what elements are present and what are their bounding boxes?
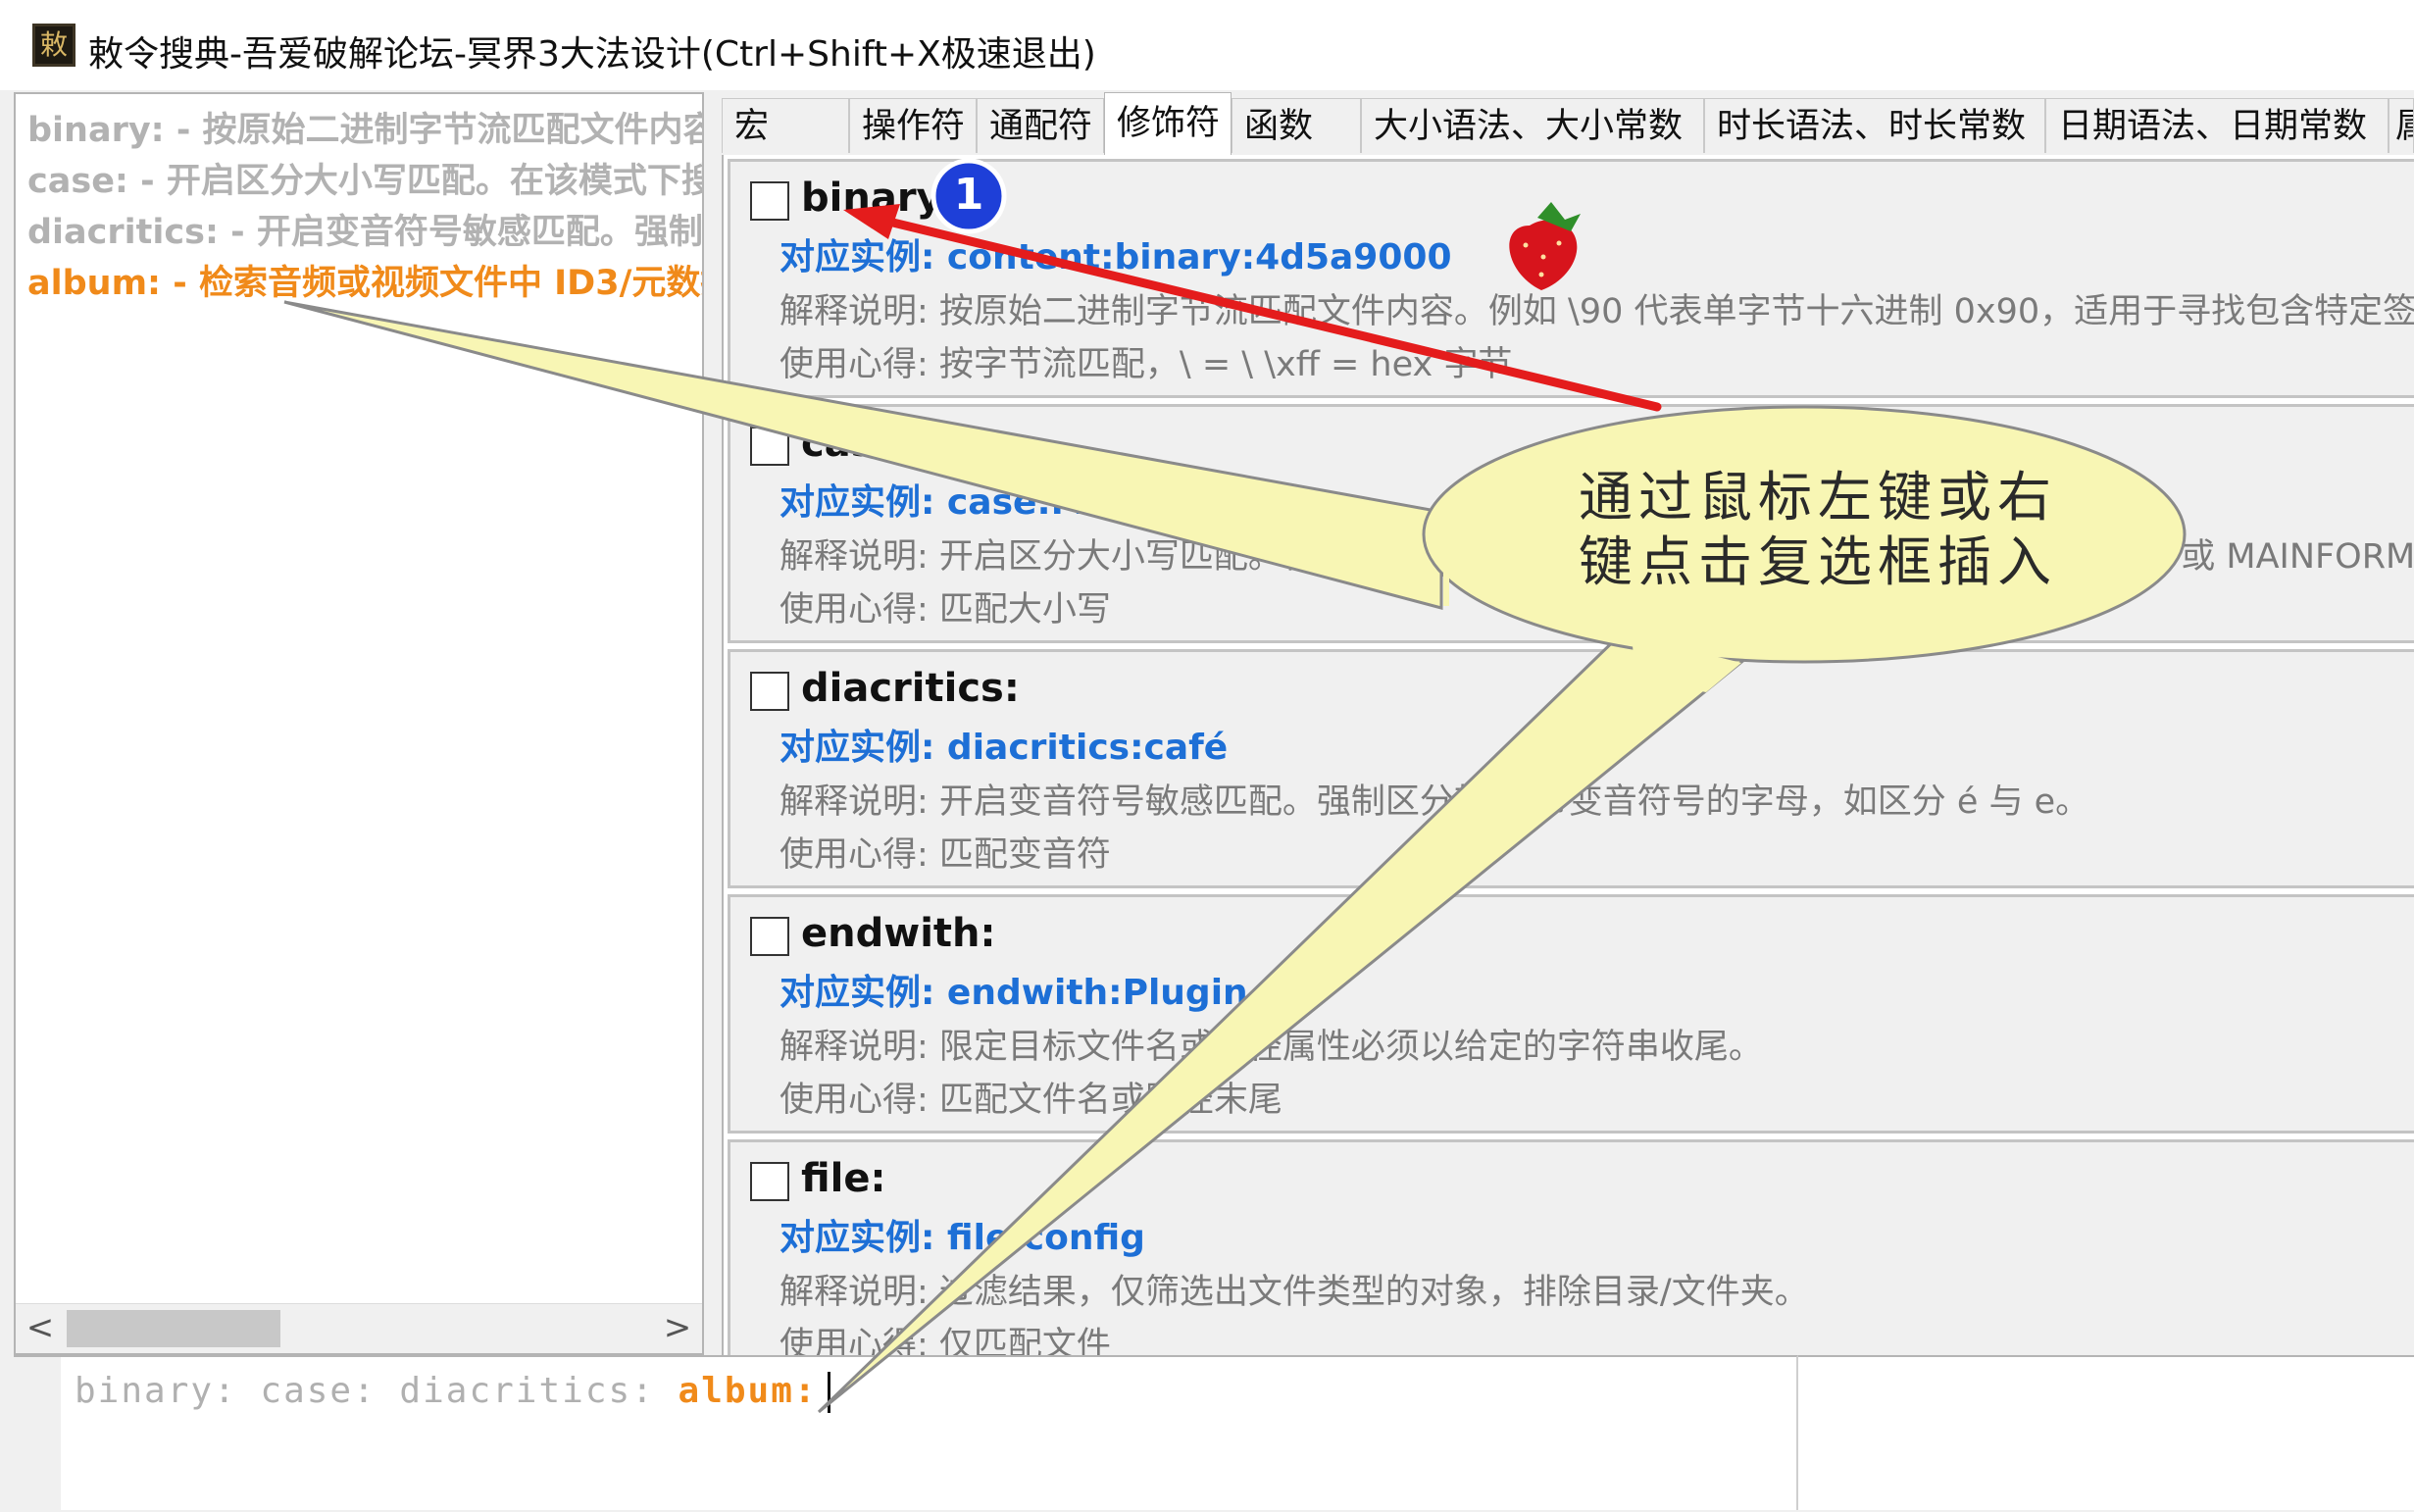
- binary-checkbox[interactable]: [750, 181, 789, 221]
- tab-function[interactable]: 函数: [1232, 98, 1361, 153]
- tab-date-syntax[interactable]: 日期语法、日期常数: [2045, 98, 2389, 153]
- list-item[interactable]: case: - 开启区分大小写匹配。在该模式下搜: [27, 153, 702, 203]
- endwith-checkbox[interactable]: [750, 917, 789, 956]
- usage-text: 使用心得: 匹配大小写: [780, 590, 1111, 630]
- tab-modifier[interactable]: 修饰符: [1104, 92, 1232, 155]
- list-item-active[interactable]: album: - 检索音频或视频文件中 ID3/元数据: [27, 255, 702, 305]
- example-text: 对应实例: endwith:Plugin.dll: [780, 973, 1311, 1013]
- tab-macro[interactable]: 宏: [722, 98, 849, 153]
- example-text: 对应实例: content:binary:4d5a9000: [780, 237, 1452, 277]
- panel-splitter[interactable]: [704, 92, 722, 1355]
- usage-text: 使用心得: 匹配变音符: [780, 835, 1111, 875]
- modifier-keyword: diacritics:: [801, 666, 1020, 711]
- modifier-card: file: 对应实例: file:config 解释说明: 过滤结果，仅筛选出文…: [728, 1139, 2414, 1355]
- app-logo-icon: 敕: [32, 24, 75, 67]
- usage-text: 使用心得: 仅匹配文件: [780, 1326, 1111, 1355]
- modifier-card: endwith: 对应实例: endwith:Plugin.dll 解释说明: …: [728, 894, 2414, 1134]
- modifier-card: case: 对应实例: case:MainForm.pas 解释说明: 开启区分…: [728, 404, 2414, 643]
- callout-text: 通过鼠标左键或右键点击复选框插入: [1579, 466, 2058, 593]
- step-badge-number: 1: [953, 170, 984, 220]
- query-active-token: album:: [678, 1371, 818, 1411]
- modifier-card: diacritics: 对应实例: diacritics:café 解释说明: …: [728, 649, 2414, 888]
- modifier-keyword: endwith:: [801, 911, 996, 956]
- modifier-keyword: case:: [801, 421, 917, 466]
- description-text: 解释说明: 开启变音符号敏感匹配。强制区分带/不带变音符号的字母，如区分 é 与…: [780, 782, 2090, 822]
- query-tokens: binary: case: diacritics:: [75, 1371, 679, 1411]
- tab-wildcard[interactable]: 通配符: [977, 98, 1104, 153]
- tab-attribute[interactable]: 属: [2389, 98, 2414, 153]
- query-editor[interactable]: binary: case: diacritics: album:: [14, 1355, 1798, 1512]
- modifier-list-panel: binary: - 按原始二进制字节流匹配文件内容 case: - 开启区分大小…: [14, 92, 704, 1355]
- horizontal-scrollbar[interactable]: < >: [16, 1303, 702, 1353]
- example-text: 对应实例: case:MainForm.pas: [780, 482, 1333, 523]
- tab-duration-syntax[interactable]: 时长语法、时长常数: [1704, 98, 2045, 153]
- tab-size-syntax[interactable]: 大小语法、大小常数: [1361, 98, 1704, 153]
- modifier-keyword: file:: [801, 1156, 886, 1201]
- description-text: 解释说明: 限定目标文件名或路径属性必须以给定的字符串收尾。: [780, 1028, 1763, 1067]
- case-checkbox[interactable]: [750, 427, 789, 466]
- usage-text: 使用心得: 按字节流匹配，\ = \ \xff = hex 字节: [780, 345, 1513, 384]
- query-line[interactable]: binary: case: diacritics: album:: [75, 1371, 830, 1413]
- scroll-right-icon[interactable]: >: [653, 1306, 702, 1351]
- description-text: 解释说明: 按原始二进制字节流匹配文件内容。例如 \90 代表单字节十六进制 0…: [780, 292, 2414, 331]
- editor-side-area: [1798, 1355, 2414, 1510]
- scrollbar-thumb[interactable]: [67, 1310, 280, 1347]
- modifier-keyword: binary:: [801, 176, 958, 221]
- list-item[interactable]: binary: - 按原始二进制字节流匹配文件内容: [27, 102, 702, 152]
- tab-bar: 宏 操作符 通配符 修饰符 函数 大小语法、大小常数 时长语法、时长常数 日期语…: [722, 92, 2414, 155]
- list-item[interactable]: diacritics: - 开启变音符号敏感匹配。强制区: [27, 204, 702, 254]
- example-text: 对应实例: file:config: [780, 1218, 1145, 1258]
- description-text: 解释说明: 过滤结果，仅筛选出文件类型的对象，排除目录/文件夹。: [780, 1273, 1809, 1312]
- modifier-cards: binary: 对应实例: content:binary:4d5a9000 解释…: [722, 155, 2414, 1355]
- scroll-left-icon[interactable]: <: [16, 1306, 65, 1351]
- usage-text: 使用心得: 匹配文件名或路径末尾: [780, 1081, 1282, 1120]
- tab-operator[interactable]: 操作符: [849, 98, 977, 153]
- text-caret: [827, 1372, 830, 1413]
- editor-gutter: [14, 1357, 61, 1512]
- example-text: 对应实例: diacritics:café: [780, 728, 1229, 768]
- diacritics-checkbox[interactable]: [750, 672, 789, 711]
- file-checkbox[interactable]: [750, 1162, 789, 1201]
- window-title: 敕令搜典-吾爱破解论坛-冥界3大法设计(Ctrl+Shift+X极速退出): [88, 34, 1096, 75]
- title-bar: 敕 敕令搜典-吾爱破解论坛-冥界3大法设计(Ctrl+Shift+X极速退出): [0, 0, 2414, 90]
